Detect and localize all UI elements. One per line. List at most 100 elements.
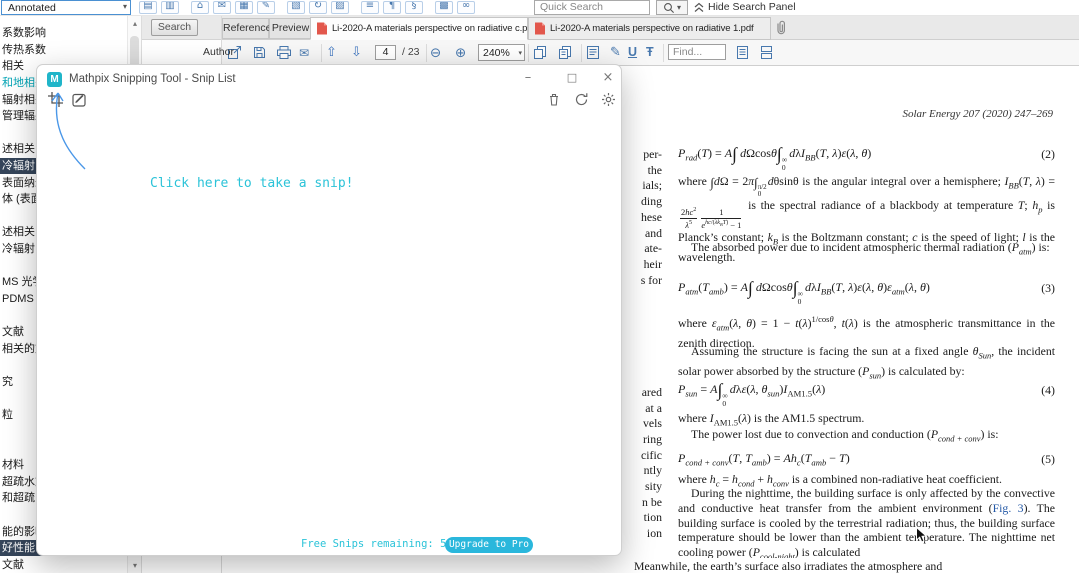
- search-button[interactable]: Search: [151, 19, 198, 36]
- toolbar-icon-6[interactable]: ✎: [257, 1, 275, 14]
- hide-search-panel-button[interactable]: Hide Search Panel: [694, 1, 796, 13]
- toolbar-divider: [663, 44, 664, 62]
- zoom-in-button[interactable]: ⊕: [455, 45, 466, 61]
- sidebar-item[interactable]: 文献: [0, 557, 127, 573]
- window-title: Mathpix Snipping Tool - Snip List: [69, 73, 236, 85]
- pdf-icon: [317, 22, 327, 35]
- paragraph: Assuming the structure is facing the sun…: [678, 344, 1055, 381]
- toolbar-icon-2[interactable]: ▥: [161, 1, 179, 14]
- app-window: Annotated ▾ ▤ ▥ ⌂ ✉ ▦ ✎ ▧ ↻ ▨ ≡ ¶ § ▩ ∞ …: [0, 0, 1079, 573]
- author-label: Author: [203, 46, 234, 58]
- pdf-icon: [535, 22, 545, 35]
- toolbar-icon-8[interactable]: ↻: [309, 1, 327, 14]
- text-select-tool[interactable]: [586, 45, 600, 61]
- quick-search-input[interactable]: Quick Search: [534, 0, 650, 15]
- delete-button[interactable]: [545, 90, 563, 108]
- attachment-icon[interactable]: [774, 19, 788, 41]
- toolbar-divider: [528, 44, 529, 62]
- underline-tool[interactable]: U: [628, 45, 637, 59]
- highlight-tool[interactable]: ✎: [610, 45, 621, 61]
- sidebar-item[interactable]: 系数影响: [0, 25, 127, 41]
- chevron-down-icon: ▾: [518, 50, 522, 57]
- equation: Psun = A∫ ∞ 0 dλε(λ, θsun)IAM1.5(λ) (4): [678, 380, 1055, 408]
- toolbar-icon-10[interactable]: ≡: [361, 1, 379, 14]
- snip-hint-text: Click here to take a snip!: [150, 176, 354, 191]
- email-button[interactable]: ✉: [299, 45, 309, 61]
- strikethrough-tool[interactable]: Ŧ: [646, 45, 654, 59]
- toolbar-icon-14[interactable]: ∞: [457, 1, 475, 14]
- page-count-label: / 23: [402, 46, 420, 58]
- toolbar-icon-9[interactable]: ▨: [331, 1, 349, 14]
- mathpix-logo-icon: M: [47, 72, 62, 87]
- toolbar-icon-5[interactable]: ▦: [235, 1, 253, 14]
- refresh-icon: [575, 92, 587, 105]
- copy-annotated-page-button[interactable]: [558, 45, 573, 61]
- new-note-button[interactable]: [70, 90, 88, 108]
- zoom-level-dropdown[interactable]: 240% ▾: [478, 44, 525, 61]
- equation-number: (4): [1041, 383, 1055, 397]
- chevron-down-icon: ▾: [122, 2, 127, 11]
- gear-icon: [601, 92, 615, 106]
- toolbar-divider: [426, 44, 427, 62]
- settings-button[interactable]: [599, 90, 617, 108]
- doc-tab[interactable]: Li-2020-A materials perspective on radia…: [528, 17, 771, 40]
- page-down-button[interactable]: ⇩: [351, 45, 362, 61]
- save-button[interactable]: [252, 45, 267, 61]
- tab-preview[interactable]: Preview: [269, 18, 312, 39]
- equation-number: (2): [1041, 147, 1055, 161]
- scroll-down-icon[interactable]: ▾: [129, 561, 141, 570]
- mathpix-window[interactable]: M Mathpix Snipping Tool - Snip List – □ …: [36, 64, 622, 556]
- find-input[interactable]: Find...: [668, 44, 726, 60]
- toolbar-icon-12[interactable]: §: [405, 1, 423, 14]
- continuous-view-button[interactable]: [760, 45, 773, 61]
- trash-icon: [550, 93, 558, 106]
- upgrade-pro-button[interactable]: Upgrade to Pro: [445, 537, 533, 553]
- toolbar-divider: [321, 44, 322, 62]
- annotated-dropdown[interactable]: Annotated ▾: [1, 0, 131, 15]
- pdf-right-column: Prad(T) = A∫ dΩcosθ∫ ∞ 0 dλIBB(T, λ)ε(λ, θ)…: [678, 66, 1055, 573]
- crop-icon: [47, 91, 63, 107]
- equation-number: (3): [1041, 281, 1055, 295]
- equation: Pcond + conv(T, Tamb) = Ahc(Tamb − T) (5…: [678, 451, 1055, 468]
- print-button[interactable]: [276, 45, 292, 61]
- search-panel-header: Search: [142, 16, 222, 40]
- scroll-up-icon[interactable]: ▴: [129, 19, 141, 28]
- doc-tab-active[interactable]: Li-2020-A materials perspective on radia…: [310, 17, 528, 40]
- tab-reference[interactable]: Reference: [222, 18, 271, 39]
- close-button[interactable]: ×: [599, 69, 617, 87]
- annotated-label: Annotated: [8, 2, 56, 14]
- document-tab-bar: Reference Preview Li-2020-A materials pe…: [222, 16, 1079, 40]
- single-page-view-button[interactable]: [736, 45, 749, 61]
- edit-icon: [71, 93, 86, 107]
- search-icon: [664, 2, 674, 13]
- toolbar-icon-7[interactable]: ▧: [287, 1, 305, 14]
- sidebar-item[interactable]: 传热系数: [0, 42, 127, 58]
- paragraph: The absorbed power due to incident atmos…: [691, 240, 1050, 257]
- zoom-out-button[interactable]: ⊖: [430, 45, 441, 61]
- toolbar-icon-3[interactable]: ⌂: [191, 1, 209, 14]
- maximize-button[interactable]: □: [563, 69, 581, 87]
- paragraph: During the nighttime, the building surfa…: [678, 486, 1055, 562]
- toolbar-icon-13[interactable]: ▩: [435, 1, 453, 14]
- toolbar-icon-11[interactable]: ¶: [383, 1, 401, 14]
- paragraph: The power lost due to convection and con…: [691, 427, 999, 444]
- sync-button[interactable]: [572, 90, 590, 108]
- equation: Prad(T) = A∫ dΩcosθ∫ ∞ 0 dλIBB(T, λ)ε(λ, θ)…: [678, 144, 1055, 172]
- doc-tab-label: Li-2020-A materials perspective on radia…: [332, 23, 528, 34]
- hide-search-panel-label: Hide Search Panel: [708, 1, 796, 13]
- free-snips-label: Free Snips remaining: 50: [301, 538, 453, 550]
- equation-number: (5): [1041, 452, 1055, 466]
- top-toolbar: Annotated ▾ ▤ ▥ ⌂ ✉ ▦ ✎ ▧ ↻ ▨ ≡ ¶ § ▩ ∞ …: [0, 0, 1079, 16]
- page-up-button[interactable]: ⇧: [326, 45, 337, 61]
- pdf-toolbar: ✉ ⇧ ⇩ 4 / 23 ⊖ ⊕ 240% ▾ ✎ U Ŧ Find...: [222, 40, 1079, 66]
- minimize-button[interactable]: –: [519, 69, 537, 87]
- collapse-up-icon: [694, 2, 704, 12]
- toolbar-icon-4[interactable]: ✉: [213, 1, 231, 14]
- toolbar-icon-1[interactable]: ▤: [139, 1, 157, 14]
- copy-page-button[interactable]: [533, 45, 548, 61]
- page-number-input[interactable]: 4: [375, 45, 396, 60]
- zoom-level-label: 240%: [483, 47, 510, 59]
- search-options-button[interactable]: ▾: [656, 0, 688, 15]
- snip-button[interactable]: [46, 90, 64, 108]
- toolbar-divider: [581, 44, 582, 62]
